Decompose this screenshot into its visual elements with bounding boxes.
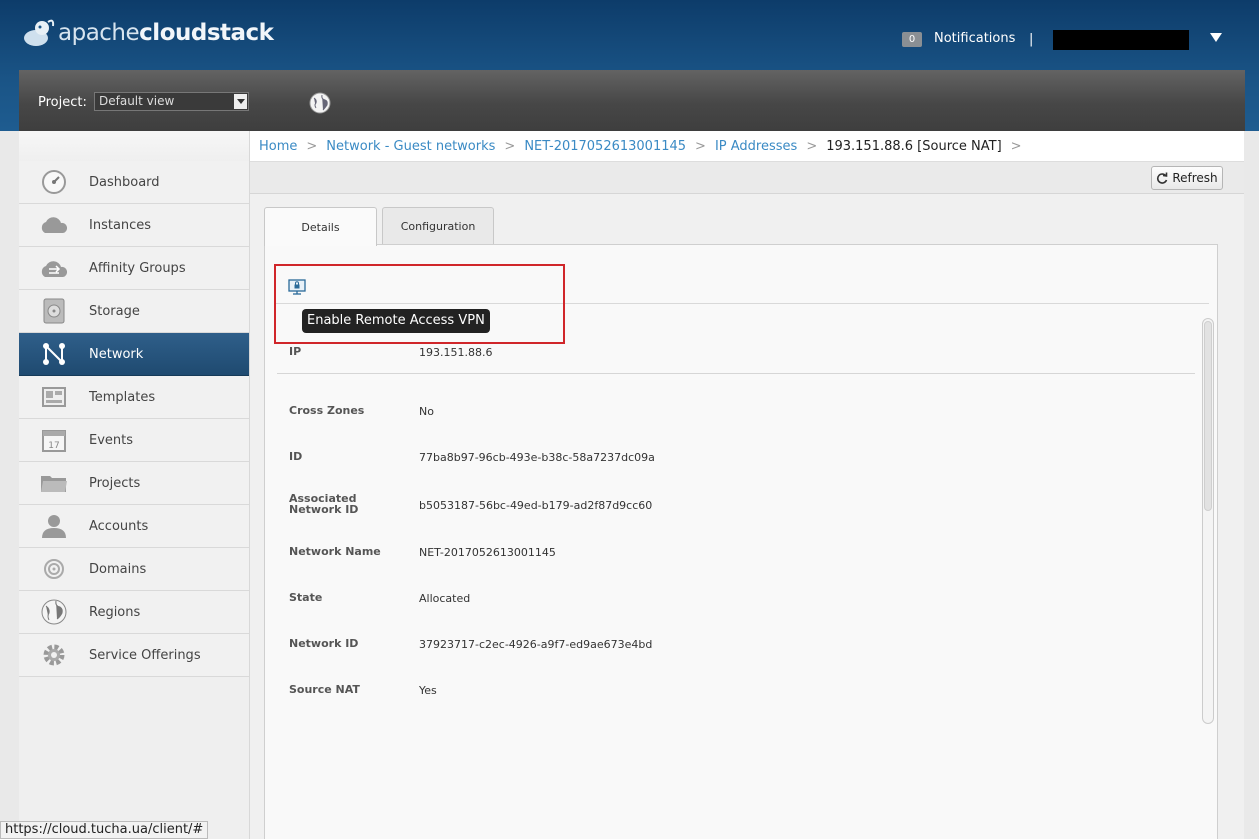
refresh-icon	[1157, 172, 1168, 184]
sidebar-item-label: Events	[89, 432, 134, 448]
templates-icon	[42, 387, 66, 407]
user-menu[interactable]	[1053, 30, 1189, 50]
region-switcher-button[interactable]	[309, 92, 331, 114]
enable-vpn-button[interactable]	[288, 279, 306, 295]
globe-icon	[41, 599, 67, 625]
sidebar-item-storage[interactable]: Storage	[19, 290, 249, 333]
sidebar-item-label: Instances	[89, 217, 152, 233]
sidebar-item-service-offerings[interactable]: Service Offerings	[19, 634, 249, 677]
sidebar-item-label: Service Offerings	[89, 647, 201, 663]
browser-status-url: https://cloud.tucha.ua/client/#	[0, 821, 209, 839]
sidebar-item-events[interactable]: 17 Events	[19, 419, 249, 462]
sidebar-item-network[interactable]: Network	[19, 333, 249, 376]
sidebar-item-domains[interactable]: Domains	[19, 548, 249, 591]
detail-value: No	[419, 405, 434, 418]
chevron-down-icon	[234, 94, 247, 109]
tab-configuration[interactable]: Configuration	[382, 207, 494, 245]
breadcrumb-separator: >	[1010, 138, 1022, 154]
project-toolbar: Project: Default view	[19, 70, 1245, 131]
detail-value: Allocated	[419, 592, 471, 605]
detail-label: IP	[289, 345, 302, 358]
details-scrollbar[interactable]	[1202, 318, 1214, 724]
sidebar-item-label: Storage	[89, 303, 140, 319]
breadcrumb-home[interactable]: Home	[259, 139, 297, 154]
refresh-button[interactable]: Refresh	[1151, 166, 1223, 190]
detail-label: Source NAT	[289, 683, 360, 696]
sidebar-item-regions[interactable]: Regions	[19, 591, 249, 634]
sidebar-item-label: Projects	[89, 475, 141, 491]
notification-count-badge[interactable]: 0	[902, 32, 922, 47]
detail-label: ID	[289, 450, 303, 463]
network-icon	[43, 343, 65, 365]
sidebar-item-affinity-groups[interactable]: Affinity Groups	[19, 247, 249, 290]
sidebar-item-projects[interactable]: Projects	[19, 462, 249, 505]
detail-label: Associated Network ID	[289, 492, 359, 516]
header-separator: |	[1029, 32, 1034, 47]
sidebar-item-accounts[interactable]: Accounts	[19, 505, 249, 548]
detail-label: Network ID	[289, 637, 359, 650]
detail-value: NET-2017052613001145	[419, 546, 556, 559]
globe-icon	[309, 92, 331, 114]
sidebar-item-label: Affinity Groups	[89, 260, 186, 276]
tab-details[interactable]: Details	[264, 207, 377, 246]
project-label: Project:	[38, 95, 87, 110]
dashboard-icon	[42, 170, 66, 194]
folder-icon	[41, 476, 67, 492]
logo-text-bold: cloudstack	[139, 20, 274, 46]
sidebar-item-label: Network	[89, 346, 144, 362]
sidebar-item-label: Dashboard	[89, 174, 160, 190]
breadcrumb: Home > Network - Guest networks > NET-20…	[250, 131, 1244, 162]
details-panel: Enable Remote Access VPN IP 193.151.88.6…	[264, 244, 1218, 839]
sidebar-item-dashboard[interactable]: Dashboard	[19, 161, 249, 204]
detail-actions-row	[276, 245, 1209, 304]
detail-label: State	[289, 591, 323, 604]
detail-value: 77ba8b97-96cb-493e-b38c-58a7237dc09a	[419, 451, 655, 464]
gear-icon	[43, 644, 65, 666]
user-menu-caret-icon[interactable]	[1210, 33, 1222, 42]
affinity-icon	[41, 261, 68, 277]
scrollbar-thumb[interactable]	[1204, 321, 1212, 511]
breadcrumb-separator: >	[695, 138, 706, 154]
svg-text:17: 17	[48, 441, 59, 451]
sidebar-item-label: Regions	[89, 604, 141, 620]
logo-text-light: apache	[58, 20, 140, 46]
breadcrumb-separator: >	[504, 138, 516, 154]
sidebar-item-instances[interactable]: Instances	[19, 204, 249, 247]
cloud-icon	[41, 217, 68, 233]
detail-label: Cross Zones	[289, 404, 365, 417]
main-content: Details Configuration Enable Remote Acce…	[250, 194, 1244, 839]
notifications-link[interactable]: Notifications	[934, 31, 1015, 46]
vpn-tooltip: Enable Remote Access VPN	[302, 309, 490, 333]
user-icon	[42, 515, 66, 538]
detail-value: 37923717-c2ec-4926-a9f7-ed9ae673e4bd	[419, 638, 653, 651]
breadcrumb-separator: >	[306, 138, 318, 154]
project-select[interactable]: Default view	[94, 92, 249, 111]
action-subbar: Refresh	[250, 162, 1244, 194]
logo[interactable]: apachecloudstack	[22, 16, 274, 50]
detail-value: 193.151.88.6	[419, 346, 493, 359]
breadcrumb-separator: >	[806, 138, 818, 154]
cloudmonkey-icon	[24, 19, 55, 46]
detail-value: b5053187-56bc-49ed-b179-ad2f87d9cc60	[419, 499, 653, 512]
calendar-icon: 17	[42, 430, 66, 452]
sidebar-item-templates[interactable]: Templates	[19, 376, 249, 419]
domains-icon	[44, 559, 64, 579]
detail-label: Network Name	[289, 545, 381, 558]
sidebar-item-label: Accounts	[89, 518, 149, 534]
refresh-label: Refresh	[1172, 171, 1218, 185]
sidebar-item-label: Templates	[89, 389, 156, 405]
breadcrumb-network[interactable]: NET-2017052613001145	[524, 139, 686, 154]
detail-value: Yes	[419, 684, 437, 697]
sidebar: Dashboard Instances Affinity Groups Stor…	[19, 131, 250, 839]
project-select-value: Default view	[99, 94, 175, 108]
breadcrumb-ip-addresses[interactable]: IP Addresses	[715, 139, 797, 154]
breadcrumb-guest-networks[interactable]: Network - Guest networks	[326, 139, 495, 154]
sidebar-item-label: Domains	[89, 561, 147, 577]
disk-icon	[43, 298, 65, 324]
vpn-lock-icon	[288, 279, 306, 295]
breadcrumb-current: 193.151.88.6 [Source NAT]	[826, 138, 1002, 154]
